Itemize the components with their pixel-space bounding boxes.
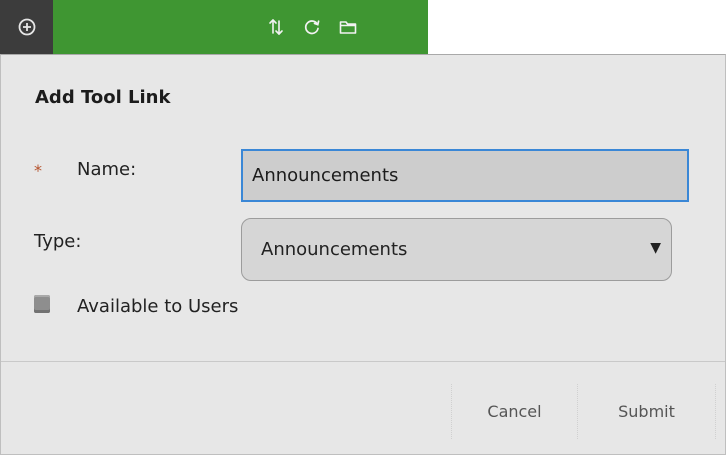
- add-circle-icon: [18, 18, 35, 36]
- toolbar-tools: [258, 0, 366, 54]
- footer-divider: [1, 361, 725, 362]
- add-menu-item-button[interactable]: [0, 0, 53, 54]
- refresh-button[interactable]: [294, 9, 330, 45]
- type-label: Type:: [34, 231, 82, 252]
- folder-icon: [339, 21, 357, 34]
- dialog-title: Add Tool Link: [35, 87, 171, 108]
- name-label: Name:: [77, 159, 137, 180]
- add-tool-link-dialog: Add Tool Link * Name: Type: Announcement…: [0, 54, 726, 455]
- toolbar-green-bar: [53, 0, 428, 54]
- top-toolbar: [0, 0, 726, 54]
- reorder-button[interactable]: [258, 9, 294, 45]
- type-select-value: Announcements: [261, 239, 408, 260]
- manage-folders-button[interactable]: [330, 9, 366, 45]
- type-select[interactable]: Announcements ▼: [241, 218, 672, 281]
- sort-arrows-icon: [269, 19, 283, 35]
- cancel-button[interactable]: Cancel: [451, 384, 578, 439]
- refresh-icon: [304, 20, 320, 35]
- chevron-down-icon: ▼: [650, 240, 661, 256]
- submit-button[interactable]: Submit: [577, 384, 716, 439]
- available-to-users-label[interactable]: Available to Users: [77, 296, 238, 317]
- required-mark: *: [34, 161, 42, 180]
- name-input[interactable]: [241, 149, 689, 202]
- available-to-users-checkbox[interactable]: [34, 295, 50, 313]
